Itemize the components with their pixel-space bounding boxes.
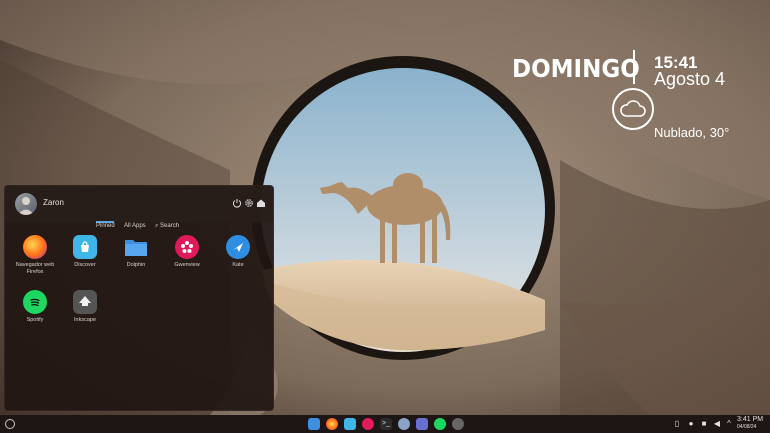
volume-icon[interactable]: ◀	[712, 418, 722, 430]
start-menu-button[interactable]	[5, 419, 15, 429]
cloud-icon	[612, 88, 654, 130]
launcher-header: Zaron	[5, 186, 273, 222]
spotify-icon	[23, 290, 47, 314]
taskbar-firefox-icon[interactable]	[326, 418, 338, 430]
taskbar-inkscape-icon[interactable]	[452, 418, 464, 430]
taskbar-terminal-icon[interactable]: >_	[380, 418, 392, 430]
taskbar-settings-icon[interactable]	[398, 418, 410, 430]
kate-icon	[226, 235, 250, 259]
app-dolphin[interactable]: Dolphin	[113, 235, 159, 269]
gear-icon[interactable]	[244, 198, 254, 208]
app-label: Kate	[232, 262, 244, 268]
clipboard-icon[interactable]: ▯	[672, 418, 682, 430]
app-firefox[interactable]: Navegador web Firefox	[12, 235, 58, 276]
username: Zaron	[43, 198, 64, 207]
widget-date: Agosto 4	[654, 69, 726, 89]
avatar[interactable]	[15, 193, 37, 215]
app-kate[interactable]: Kate	[215, 235, 261, 269]
chevron-up-icon[interactable]: ^	[724, 418, 734, 430]
tab-search-label: Search	[160, 223, 180, 229]
tab-pinned[interactable]: Pinned	[96, 223, 115, 229]
app-label: Gwenview	[174, 262, 200, 268]
widget-divider	[633, 50, 635, 84]
tab-search[interactable]: ⌕ Search	[155, 223, 179, 230]
taskbar-spotify-icon[interactable]	[434, 418, 446, 430]
discover-icon	[73, 235, 97, 259]
power-icon[interactable]	[232, 198, 242, 208]
app-inkscape[interactable]: Inkscape	[62, 290, 108, 324]
app-label: Discover	[74, 262, 96, 268]
app-label: Spotify	[26, 317, 44, 323]
discord-icon[interactable]: ■	[699, 418, 709, 430]
app-label: Inkscape	[73, 317, 96, 323]
widget-day: DOMINGO	[512, 54, 640, 83]
search-icon: ⌕	[155, 223, 159, 229]
notification-icon[interactable]: ●	[686, 418, 696, 430]
firefox-icon	[23, 235, 47, 259]
weather-text: Nublado, 30°	[654, 125, 730, 140]
home-icon[interactable]	[256, 198, 266, 208]
inkscape-icon	[73, 290, 97, 314]
taskbar-kde-app-icon[interactable]	[416, 418, 428, 430]
taskbar-dolphin-icon[interactable]	[308, 418, 320, 430]
tab-all-apps[interactable]: All Apps	[124, 223, 146, 229]
app-spotify[interactable]: Spotify	[12, 290, 58, 324]
gwenview-icon	[175, 235, 199, 259]
app-discover[interactable]: Discover	[62, 235, 108, 269]
taskbar-date[interactable]: 04/08/24	[737, 424, 756, 430]
taskbar-gwenview-icon[interactable]	[362, 418, 374, 430]
folder-icon	[124, 235, 148, 259]
app-launcher: Zaron Pinned All Apps ⌕ Search Navegador…	[4, 185, 274, 411]
app-gwenview[interactable]: Gwenview	[164, 235, 210, 269]
taskbar-discover-icon[interactable]	[344, 418, 356, 430]
taskbar-time[interactable]: 3:41 PM	[737, 416, 763, 423]
taskbar: >_ ▯ ● ■ ◀ ^ 3:41 PM 04/08/24	[0, 415, 770, 433]
app-label: Navegador web Firefox	[15, 262, 55, 275]
app-label: Dolphin	[126, 262, 146, 268]
